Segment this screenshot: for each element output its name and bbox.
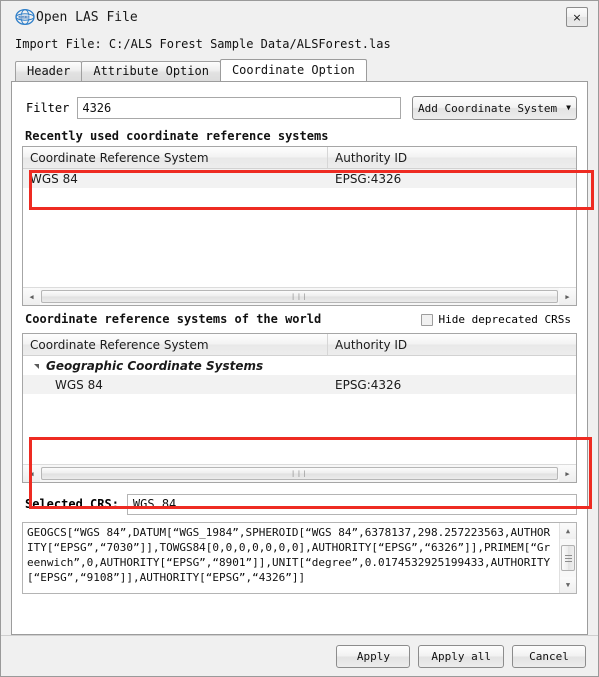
selected-crs-row: Selected CRS: WGS 84 — [22, 492, 577, 516]
scrollbar-track[interactable]: ❘❘❘ — [40, 465, 559, 482]
filter-label: Filter — [26, 101, 70, 115]
world-horizontal-scrollbar[interactable]: ◀ ❘❘❘ ▶ — [23, 464, 576, 482]
filter-input[interactable] — [77, 97, 401, 119]
open-las-file-dialog: LiDAR360 Open LAS File × Import File: C:… — [0, 0, 599, 677]
hide-deprecated-crs-checkbox[interactable]: Hide deprecated CRSs — [420, 313, 571, 326]
selected-crs-label: Selected CRS: — [25, 497, 119, 511]
crs-wkt-definition-box[interactable]: GEOGCS[“WGS 84”,DATUM[“WGS_1984”,SPHEROI… — [22, 522, 577, 594]
checkbox-unchecked-icon[interactable] — [420, 313, 433, 326]
add-coordinate-system-label: Add Coordinate System — [418, 101, 558, 115]
table-row[interactable]: WGS 84 EPSG:4326 — [23, 169, 576, 188]
world-table-header: Coordinate Reference System Authority ID — [23, 334, 576, 356]
world-crs-heading-row: Coordinate reference systems of the worl… — [22, 310, 577, 329]
recently-used-table-header: Coordinate Reference System Authority ID — [23, 147, 576, 169]
wkt-vertical-scrollbar[interactable]: ▲ ▼ — [559, 523, 576, 593]
scrollbar-thumb[interactable] — [561, 545, 575, 571]
lidar360-globe-logo-icon: LiDAR360 — [15, 7, 35, 27]
add-coordinate-system-button[interactable]: Add Coordinate System ▼ — [412, 96, 577, 120]
dialog-footer: Apply Apply all Cancel — [1, 635, 598, 676]
import-file-path-label: Import File: C:/ALS Forest Sample Data/A… — [15, 37, 391, 51]
scroll-left-arrow-icon[interactable]: ◀ — [23, 465, 40, 482]
recently-used-heading: Recently used coordinate reference syste… — [25, 129, 329, 143]
coordinate-option-panel: Filter Add Coordinate System ▼ Recently … — [11, 81, 594, 635]
close-button[interactable]: × — [566, 7, 588, 27]
apply-button[interactable]: Apply — [336, 644, 411, 668]
close-icon: × — [572, 10, 582, 24]
world-crs-heading: Coordinate reference systems of the worl… — [25, 312, 322, 326]
scrollbar-thumb[interactable]: ❘❘❘ — [41, 467, 558, 480]
recently-used-horizontal-scrollbar[interactable]: ◀ ❘❘❘ ▶ — [23, 287, 576, 305]
svg-text:LiDAR360: LiDAR360 — [18, 16, 30, 19]
tab-header[interactable]: Header — [15, 61, 83, 81]
world-table-body: Geographic Coordinate Systems WGS 84 EPS… — [23, 356, 576, 464]
scroll-down-arrow-icon[interactable]: ▼ — [560, 577, 576, 593]
window-title: Open LAS File — [36, 9, 138, 25]
scrollbar-thumb[interactable]: ❘❘❘ — [41, 290, 558, 303]
crs-wkt-text: GEOGCS[“WGS 84”,DATUM[“WGS_1984”,SPHEROI… — [27, 526, 551, 584]
table-row[interactable]: WGS 84 EPSG:4326 — [23, 375, 576, 394]
recently-used-crs-table: Coordinate Reference System Authority ID… — [22, 146, 577, 306]
scroll-left-arrow-icon[interactable]: ◀ — [23, 288, 40, 305]
cell-authority-id: EPSG:4326 — [335, 377, 402, 392]
scrollbar-track[interactable] — [560, 539, 576, 577]
selected-crs-value[interactable]: WGS 84 — [126, 493, 577, 515]
filter-row: Filter Add Coordinate System ▼ — [22, 95, 577, 121]
tree-expanded-triangle-icon[interactable] — [34, 364, 39, 369]
tree-group-label: Geographic Coordinate Systems — [46, 358, 264, 373]
cell-crs-name: WGS 84 — [55, 377, 103, 392]
chevron-down-icon: ▼ — [566, 103, 571, 112]
column-header-crs-name[interactable]: Coordinate Reference System — [23, 147, 328, 168]
cell-authority-id: EPSG:4326 — [335, 171, 402, 186]
column-header-crs-name[interactable]: Coordinate Reference System — [23, 334, 328, 355]
apply-all-button[interactable]: Apply all — [418, 644, 504, 668]
hide-deprecated-crs-label: Hide deprecated CRSs — [438, 313, 571, 326]
tree-group-geographic-coordinate-systems[interactable]: Geographic Coordinate Systems — [23, 356, 576, 375]
column-header-authority-id[interactable]: Authority ID — [328, 147, 576, 168]
cancel-button[interactable]: Cancel — [512, 644, 586, 668]
scrollbar-track[interactable]: ❘❘❘ — [40, 288, 559, 305]
world-crs-table: Coordinate Reference System Authority ID… — [22, 333, 577, 483]
cell-crs-name: WGS 84 — [30, 171, 78, 186]
scroll-right-arrow-icon[interactable]: ▶ — [559, 288, 576, 305]
scroll-up-arrow-icon[interactable]: ▲ — [560, 523, 576, 539]
column-header-authority-id[interactable]: Authority ID — [328, 334, 576, 355]
scroll-right-arrow-icon[interactable]: ▶ — [559, 465, 576, 482]
tab-bar: Header Attribute Option Coordinate Optio… — [15, 59, 598, 81]
title-bar: LiDAR360 Open LAS File × — [1, 1, 598, 33]
tab-attribute-option[interactable]: Attribute Option — [81, 61, 221, 81]
recently-used-table-body: WGS 84 EPSG:4326 — [23, 169, 576, 287]
tab-coordinate-option[interactable]: Coordinate Option — [219, 59, 367, 81]
